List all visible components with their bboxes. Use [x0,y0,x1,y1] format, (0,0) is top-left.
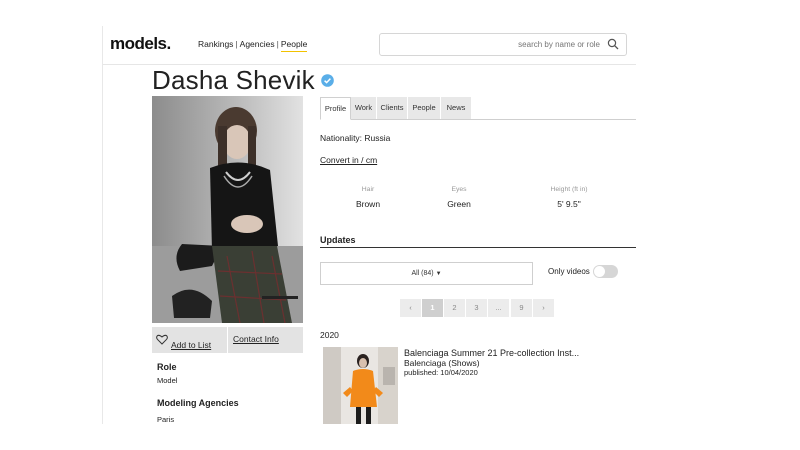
tab-news[interactable]: News [441,97,471,119]
page-2[interactable]: 2 [444,299,465,317]
search-box [379,33,627,56]
nationality: Nationality: Russia [320,133,391,143]
only-videos-label: Only videos [548,267,590,276]
site-header: models. Rankings | Agencies | People [102,26,636,65]
year-heading: 2020 [320,330,339,340]
page-9[interactable]: 9 [511,299,532,317]
page: models. Rankings|Agencies|People Dasha S… [102,26,636,424]
divider [320,247,636,248]
profile-tabs: Profile Work Clients People News [320,97,636,120]
stat-label: Eyes [451,186,467,193]
page-3[interactable]: 3 [466,299,487,317]
toggle-knob [594,266,605,277]
role-heading: Role [157,362,177,372]
main-nav: Rankings | Agencies | People [198,39,308,52]
filter-value: All (84) [411,270,434,277]
page-1[interactable]: 1 [422,299,443,317]
page-prev[interactable]: ‹ [400,299,421,317]
nav-separator: | [276,39,279,49]
tab-profile[interactable]: Profile [320,97,351,120]
page-ellipsis: ... [488,299,509,317]
stat-value: Brown [355,199,381,209]
profile-photo-illustration [152,96,303,323]
add-to-list-button[interactable]: Add to List [152,327,227,353]
profile-actions: Add to List Contact Info [152,327,303,353]
search-icon[interactable] [607,38,619,50]
update-date: published: 10/04/2020 [404,368,478,377]
stat-value: Green [447,199,471,209]
contact-info-label: Contact Info [233,334,279,344]
contact-info-button[interactable]: Contact Info [228,327,303,353]
nav-agencies[interactable]: Agencies [240,39,275,49]
nav-rankings[interactable]: Rankings [198,39,233,49]
only-videos-toggle[interactable] [593,265,618,278]
stat-eyes: Eyes Green [429,186,489,209]
heart-icon [156,334,168,345]
verified-badge-icon [321,74,334,87]
profile-photo [152,96,303,323]
update-subtitle[interactable]: Balenciaga (Shows) [404,358,480,368]
nav-separator: | [235,39,238,49]
update-title[interactable]: Balenciaga Summer 21 Pre-collection Inst… [404,348,579,358]
tab-work[interactable]: Work [351,97,376,119]
tab-clients[interactable]: Clients [377,97,407,119]
updates-heading: Updates [320,235,356,245]
stat-height: Height (ft in) 5' 9.5" [539,186,599,209]
update-thumbnail-illustration [323,347,398,424]
update-thumbnail[interactable] [323,347,398,424]
agencies-heading: Modeling Agencies [157,398,239,408]
convert-units-link[interactable]: Convert in / cm [320,155,377,165]
page-next[interactable]: › [533,299,554,317]
stat-label: Height (ft in) [550,186,588,193]
page-edge [102,26,103,424]
site-logo[interactable]: models. [110,34,171,54]
stat-value: 5' 9.5" [557,199,581,209]
role-value: Model [157,376,178,385]
search-input[interactable] [386,36,602,53]
profile-name: Dasha Shevik [152,65,315,95]
nav-people[interactable]: People [280,39,308,52]
agency-item[interactable]: Paris [157,415,174,424]
add-to-list-label: Add to List [171,340,212,350]
tab-people[interactable]: People [408,97,440,119]
updates-filter-dropdown[interactable]: All (84) ▼ [320,262,533,285]
caret-down-icon: ▼ [435,271,442,277]
stat-label: Hair [361,186,375,193]
stat-hair: Hair Brown [338,186,398,209]
